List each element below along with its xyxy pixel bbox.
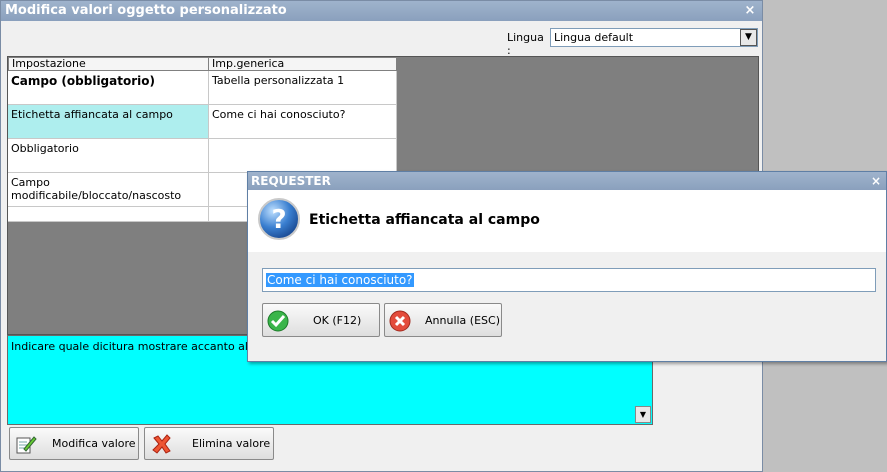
- main-title: Modifica valori oggetto personalizzato: [1, 1, 762, 21]
- language-label: Lingua :: [507, 31, 544, 57]
- column-header-generic[interactable]: Imp.generica: [208, 57, 397, 71]
- grid-cell-label[interactable]: Campo modificabile/bloccato/nascosto: [8, 173, 209, 207]
- requester-close-icon[interactable]: ×: [868, 173, 884, 189]
- main-close-icon[interactable]: ×: [742, 3, 758, 19]
- requester-title: REQUESTER: [248, 172, 886, 190]
- modify-value-label: Modifica valore: [52, 437, 136, 450]
- question-icon: ?: [258, 198, 300, 240]
- chevron-down-icon[interactable]: ▼: [740, 29, 757, 46]
- ok-button[interactable]: OK (F12): [262, 303, 380, 337]
- requester-header: ? Etichetta affiancata al campo: [248, 190, 886, 252]
- scroll-down-icon[interactable]: ▼: [635, 406, 651, 423]
- grid-cell-empty[interactable]: [8, 207, 209, 222]
- delete-value-button[interactable]: Elimina valore: [144, 427, 274, 460]
- requester-question: Etichetta affiancata al campo: [309, 212, 540, 228]
- delete-icon: [152, 434, 171, 454]
- grid-cell-label-selected[interactable]: Etichetta affiancata al campo: [8, 105, 209, 139]
- requester-input[interactable]: Come ci hai conosciuto?: [262, 268, 876, 292]
- checkmark-icon: [267, 310, 289, 332]
- grid-cell-label[interactable]: Obbligatorio: [8, 139, 209, 173]
- edit-icon: [16, 436, 37, 454]
- language-select[interactable]: Lingua default: [550, 28, 758, 47]
- requester-dialog: REQUESTER × ? Etichetta affiancata al ca…: [247, 171, 887, 362]
- modify-value-button[interactable]: Modifica valore: [9, 427, 139, 460]
- column-header-setting[interactable]: Impostazione: [8, 57, 209, 71]
- grid-cell-value[interactable]: Tabella personalizzata 1: [209, 71, 397, 105]
- grid-cell-value[interactable]: [209, 139, 397, 173]
- grid-cell-label[interactable]: Campo (obbligatorio): [8, 71, 209, 105]
- requester-input-value: Come ci hai conosciuto?: [266, 273, 414, 287]
- svg-text:?: ?: [271, 205, 286, 235]
- delete-value-label: Elimina valore: [192, 437, 271, 450]
- cancel-label: Annulla (ESC): [425, 313, 500, 327]
- cancel-icon: [389, 310, 411, 332]
- ok-label: OK (F12): [313, 313, 362, 327]
- cancel-button[interactable]: Annulla (ESC): [384, 303, 502, 337]
- grid-cell-value[interactable]: Come ci hai conosciuto?: [209, 105, 397, 139]
